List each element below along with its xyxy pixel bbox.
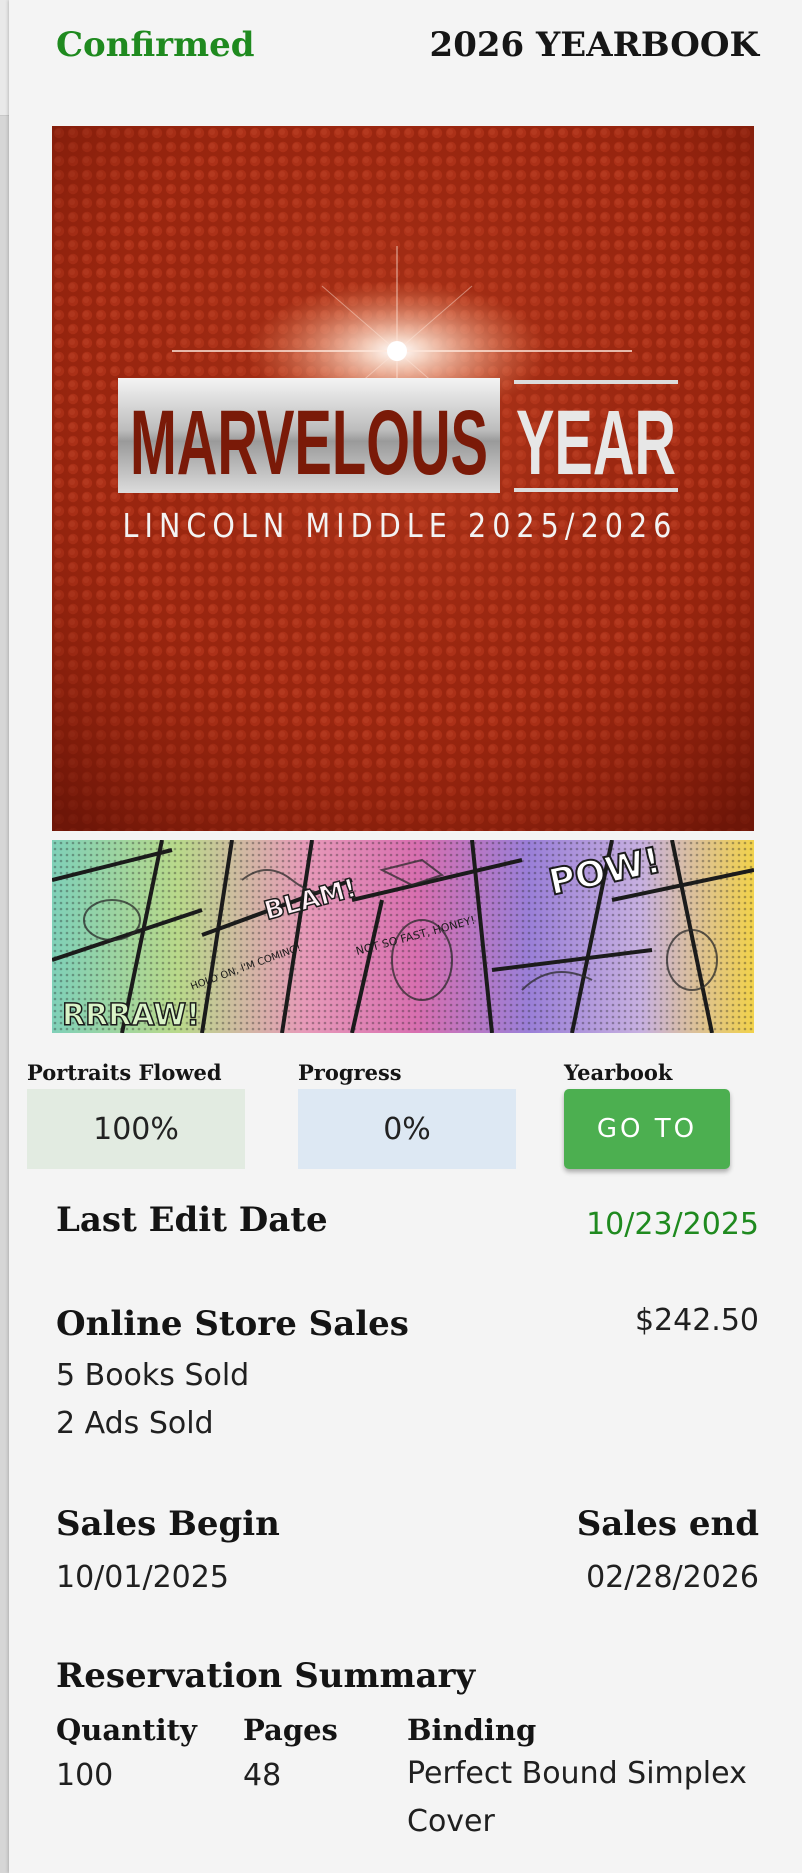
pages-label: Pages bbox=[243, 1713, 338, 1747]
cover-subtitle: LINCOLN MIDDLE 2025/2026 bbox=[123, 506, 678, 545]
binding-value: Perfect Bound Simplex Cover bbox=[407, 1756, 747, 1839]
comic-art: POW! BLAM! NOT SO FAST, HONEY! HOLD ON, … bbox=[52, 840, 754, 1033]
sales-begin-date: 10/01/2025 bbox=[56, 1560, 229, 1595]
pages-value: 48 bbox=[243, 1758, 282, 1793]
comic-band-image: POW! BLAM! NOT SO FAST, HONEY! HOLD ON, … bbox=[52, 840, 754, 1033]
cover-art: MARVELOUS YEAR LINCOLN MIDDLE 2025/2026 bbox=[52, 126, 754, 831]
progress-label: Progress bbox=[298, 1060, 402, 1085]
ads-sold: 2 Ads Sold bbox=[56, 1406, 214, 1441]
cover-headline-left: MARVELOUS bbox=[130, 392, 488, 494]
cover-headline-right: YEAR bbox=[516, 392, 676, 494]
yearbook-title: 2026 YEARBOOK bbox=[429, 25, 759, 65]
last-edit-date: 10/23/2025 bbox=[586, 1207, 759, 1242]
sales-begin-label: Sales Begin bbox=[56, 1504, 280, 1544]
reservation-summary-title: Reservation Summary bbox=[56, 1656, 476, 1696]
portraits-flowed-label: Portraits Flowed bbox=[27, 1060, 222, 1085]
cover-image: MARVELOUS YEAR LINCOLN MIDDLE 2025/2026 bbox=[52, 126, 754, 831]
portraits-flowed-value: 100% bbox=[27, 1089, 245, 1169]
sales-end-date: 02/28/2026 bbox=[586, 1560, 759, 1595]
quantity-label: Quantity bbox=[56, 1713, 197, 1747]
sales-end-label: Sales end bbox=[576, 1504, 759, 1544]
go-to-yearbook-button[interactable]: GO TO bbox=[564, 1089, 730, 1169]
online-store-amount: $242.50 bbox=[634, 1303, 759, 1338]
last-edit-label: Last Edit Date bbox=[56, 1200, 328, 1240]
quantity-value: 100 bbox=[56, 1758, 114, 1793]
comic-caption-rrraw: RRRAW! bbox=[62, 998, 200, 1033]
status-label: Confirmed bbox=[56, 25, 255, 65]
side-stripe bbox=[0, 0, 9, 116]
yearbook-card: Confirmed 2026 YEARBOOK MARVELOUS YEAR L… bbox=[9, 0, 802, 1873]
yearbook-label: Yearbook bbox=[564, 1060, 673, 1085]
progress-value: 0% bbox=[298, 1089, 516, 1169]
online-store-label: Online Store Sales bbox=[56, 1304, 409, 1344]
binding-label: Binding bbox=[407, 1713, 537, 1747]
books-sold: 5 Books Sold bbox=[56, 1358, 250, 1393]
